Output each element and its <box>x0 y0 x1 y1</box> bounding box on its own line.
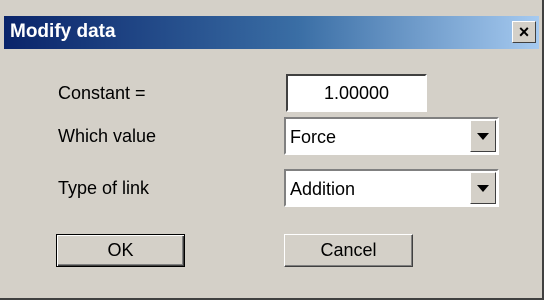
title-bar[interactable]: Modify data × <box>4 16 539 49</box>
dropdown-arrow-icon <box>477 184 489 192</box>
constant-input[interactable]: 1.00000 <box>286 74 427 112</box>
modify-data-dialog: Modify data × Constant = 1.00000 Which v… <box>0 0 544 300</box>
ok-button[interactable]: OK <box>56 234 185 267</box>
cancel-button-label: Cancel <box>320 240 377 260</box>
constant-value: 1.00000 <box>323 82 390 103</box>
which-value-dropdown-button[interactable] <box>470 120 496 152</box>
type-of-link-dropdown[interactable]: Addition <box>284 169 499 207</box>
type-of-link-label: Type of link <box>58 178 150 198</box>
window-title: Modify data <box>10 21 116 42</box>
type-of-link-dropdown-button[interactable] <box>470 172 496 204</box>
close-button[interactable]: × <box>512 21 536 43</box>
cancel-button[interactable]: Cancel <box>284 234 413 267</box>
close-icon: × <box>518 22 530 42</box>
dropdown-arrow-icon <box>477 132 489 140</box>
which-value-label: Which value <box>58 126 157 146</box>
type-of-link-selected: Addition <box>290 179 356 199</box>
constant-label: Constant = <box>58 83 146 103</box>
which-value-dropdown[interactable]: Force <box>284 117 499 155</box>
which-value-selected: Force <box>290 127 337 147</box>
ok-button-label: OK <box>107 240 134 260</box>
